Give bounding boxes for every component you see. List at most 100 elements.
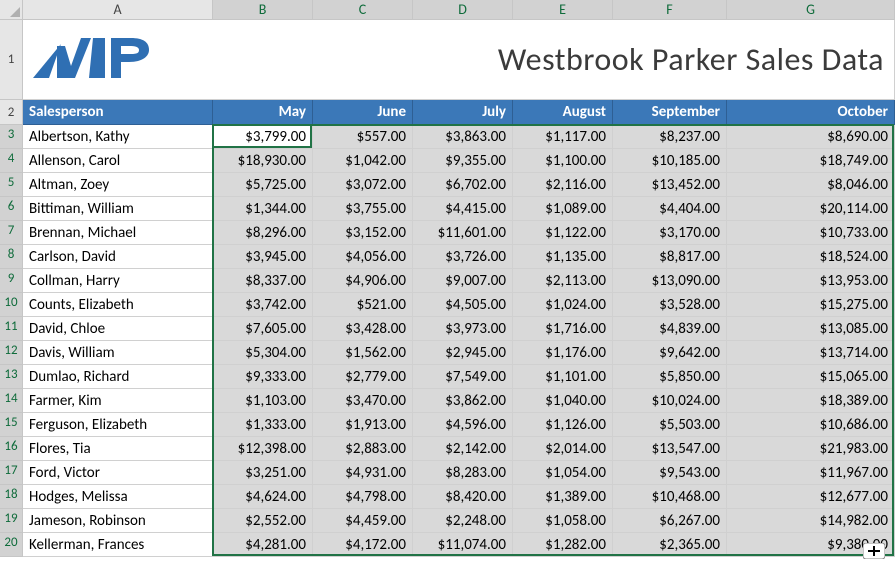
data-cell[interactable]: $3,251.00 [213,461,313,485]
salesperson-cell[interactable]: Farmer, Kim [23,389,213,413]
data-cell[interactable]: $5,304.00 [213,341,313,365]
data-cell[interactable]: $8,283.00 [413,461,513,485]
row-header-9[interactable]: 9 [0,269,23,293]
salesperson-cell[interactable]: Altman, Zoey [23,173,213,197]
data-cell[interactable]: $11,074.00 [413,533,513,557]
data-cell[interactable]: $4,596.00 [413,413,513,437]
data-cell[interactable]: $1,176.00 [513,341,613,365]
row-header-17[interactable]: 17 [0,461,23,485]
row-header-11[interactable]: 11 [0,317,23,341]
data-cell[interactable]: $3,152.00 [313,221,413,245]
data-cell[interactable]: $4,459.00 [313,509,413,533]
data-cell[interactable]: $4,798.00 [313,485,413,509]
data-cell[interactable]: $8,046.00 [727,173,895,197]
salesperson-cell[interactable]: Carlson, David [23,245,213,269]
data-cell[interactable]: $4,281.00 [213,533,313,557]
title-row[interactable]: Westbrook Parker Sales Data [23,20,895,100]
data-cell[interactable]: $13,085.00 [727,317,895,341]
salesperson-cell[interactable]: Collman, Harry [23,269,213,293]
data-cell[interactable]: $1,913.00 [313,413,413,437]
row-header-7[interactable]: 7 [0,221,23,245]
data-cell[interactable]: $10,024.00 [613,389,727,413]
data-cell[interactable]: $2,014.00 [513,437,613,461]
data-cell[interactable]: $9,380.00 [727,533,895,557]
data-cell[interactable]: $14,982.00 [727,509,895,533]
header-september[interactable]: September [613,100,727,125]
data-cell[interactable]: $3,428.00 [313,317,413,341]
data-cell[interactable]: $1,333.00 [213,413,313,437]
data-cell[interactable]: $13,452.00 [613,173,727,197]
salesperson-cell[interactable]: Kellerman, Frances [23,533,213,557]
salesperson-cell[interactable]: Ford, Victor [23,461,213,485]
data-cell[interactable]: $8,420.00 [413,485,513,509]
col-header-a[interactable]: A [23,0,213,20]
data-cell[interactable]: $18,389.00 [727,389,895,413]
data-cell[interactable]: $18,749.00 [727,149,895,173]
salesperson-cell[interactable]: Flores, Tia [23,437,213,461]
col-header-f[interactable]: F [613,0,727,20]
data-cell[interactable]: $3,755.00 [313,197,413,221]
row-header-3[interactable]: 3 [0,125,23,149]
data-cell[interactable]: $10,185.00 [613,149,727,173]
data-cell[interactable]: $20,114.00 [727,197,895,221]
row-header-14[interactable]: 14 [0,389,23,413]
data-cell[interactable]: $1,716.00 [513,317,613,341]
data-cell[interactable]: $1,103.00 [213,389,313,413]
data-cell[interactable]: $8,237.00 [613,125,727,149]
data-cell[interactable]: $2,365.00 [613,533,727,557]
data-cell[interactable]: $1,126.00 [513,413,613,437]
salesperson-cell[interactable]: Counts, Elizabeth [23,293,213,317]
salesperson-cell[interactable]: Jameson, Robinson [23,509,213,533]
data-cell[interactable]: $7,605.00 [213,317,313,341]
data-cell[interactable]: $21,983.00 [727,437,895,461]
data-cell[interactable]: $8,690.00 [727,125,895,149]
row-header-15[interactable]: 15 [0,413,23,437]
data-cell[interactable]: $18,524.00 [727,245,895,269]
data-cell[interactable]: $1,040.00 [513,389,613,413]
data-cell[interactable]: $3,726.00 [413,245,513,269]
data-cell[interactable]: $10,468.00 [613,485,727,509]
col-header-e[interactable]: E [513,0,613,20]
data-cell[interactable]: $18,930.00 [213,149,313,173]
data-cell[interactable]: $1,101.00 [513,365,613,389]
data-cell[interactable]: $4,505.00 [413,293,513,317]
data-cell[interactable]: $2,116.00 [513,173,613,197]
data-cell[interactable]: $3,528.00 [613,293,727,317]
select-all-corner[interactable] [0,0,23,20]
data-cell[interactable]: $15,065.00 [727,365,895,389]
data-cell[interactable]: $12,677.00 [727,485,895,509]
data-cell[interactable]: $1,135.00 [513,245,613,269]
salesperson-cell[interactable]: Brennan, Michael [23,221,213,245]
data-cell[interactable]: $12,398.00 [213,437,313,461]
data-cell[interactable]: $3,973.00 [413,317,513,341]
row-header-6[interactable]: 6 [0,197,23,221]
data-cell[interactable]: $1,042.00 [313,149,413,173]
data-cell[interactable]: $11,967.00 [727,461,895,485]
salesperson-cell[interactable]: Hodges, Melissa [23,485,213,509]
data-cell[interactable]: $4,931.00 [313,461,413,485]
data-cell[interactable]: $10,686.00 [727,413,895,437]
data-cell[interactable]: $2,779.00 [313,365,413,389]
data-cell[interactable]: $4,839.00 [613,317,727,341]
data-cell[interactable]: $9,333.00 [213,365,313,389]
data-cell[interactable]: $2,945.00 [413,341,513,365]
data-cell[interactable]: $6,267.00 [613,509,727,533]
row-header-20[interactable]: 20 [0,533,23,557]
salesperson-cell[interactable]: David, Chloe [23,317,213,341]
data-cell[interactable]: $3,862.00 [413,389,513,413]
data-cell[interactable]: $1,058.00 [513,509,613,533]
data-cell[interactable]: $8,817.00 [613,245,727,269]
data-cell[interactable]: $3,945.00 [213,245,313,269]
data-cell[interactable]: $1,344.00 [213,197,313,221]
row-header-16[interactable]: 16 [0,437,23,461]
salesperson-cell[interactable]: Allenson, Carol [23,149,213,173]
data-cell[interactable]: $8,296.00 [213,221,313,245]
col-header-d[interactable]: D [413,0,513,20]
data-cell[interactable]: $5,850.00 [613,365,727,389]
header-salesperson[interactable]: Salesperson [23,100,213,125]
row-header-10[interactable]: 10 [0,293,23,317]
col-header-c[interactable]: C [313,0,413,20]
data-cell[interactable]: $2,142.00 [413,437,513,461]
data-cell[interactable]: $13,714.00 [727,341,895,365]
row-header-19[interactable]: 19 [0,509,23,533]
